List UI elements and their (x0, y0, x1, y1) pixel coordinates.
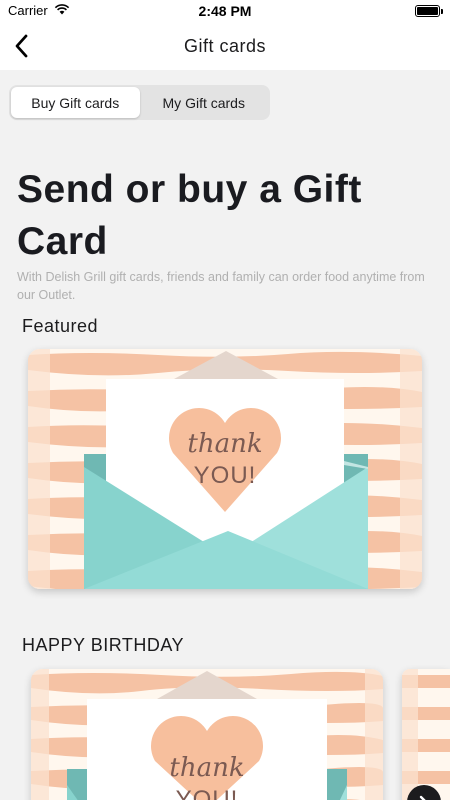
card-text-line1: thank (187, 429, 263, 459)
gift-card-tabs: Buy Gift cards My Gift cards (9, 85, 270, 120)
battery-fill (417, 7, 438, 15)
hero-title-line2: Card (17, 220, 108, 263)
status-time: 2:48 PM (198, 3, 252, 19)
battery-icon (415, 5, 443, 17)
section-label-featured: Featured (22, 316, 99, 336)
tab-buy-gift-cards[interactable]: Buy Gift cards (11, 87, 140, 118)
card-text-line2: YOU! (175, 786, 239, 800)
status-bar: Carrier 2:48 PM (0, 0, 450, 24)
chevron-right-icon (419, 795, 426, 800)
hero-title: Send or buy a Gift Card (17, 164, 437, 268)
card-text-line2: YOU! (193, 462, 257, 489)
hero-subtitle: With Delish Grill gift cards, friends an… (17, 270, 425, 302)
nav-bar: Gift cards (0, 24, 450, 70)
gift-card-featured[interactable]: thank YOU! (28, 349, 422, 589)
section-label-happy-birthday: HAPPY BIRTHDAY (22, 635, 185, 655)
page-title: Gift cards (183, 36, 267, 56)
card-text-line1: thank (169, 753, 245, 783)
hero-title-line1: Send or buy a Gift (17, 168, 362, 211)
gift-card-birthday[interactable]: thank YOU! (31, 669, 383, 800)
tab-my-gift-cards[interactable]: My Gift cards (140, 87, 269, 118)
gift-card-next-peek[interactable] (402, 669, 450, 800)
